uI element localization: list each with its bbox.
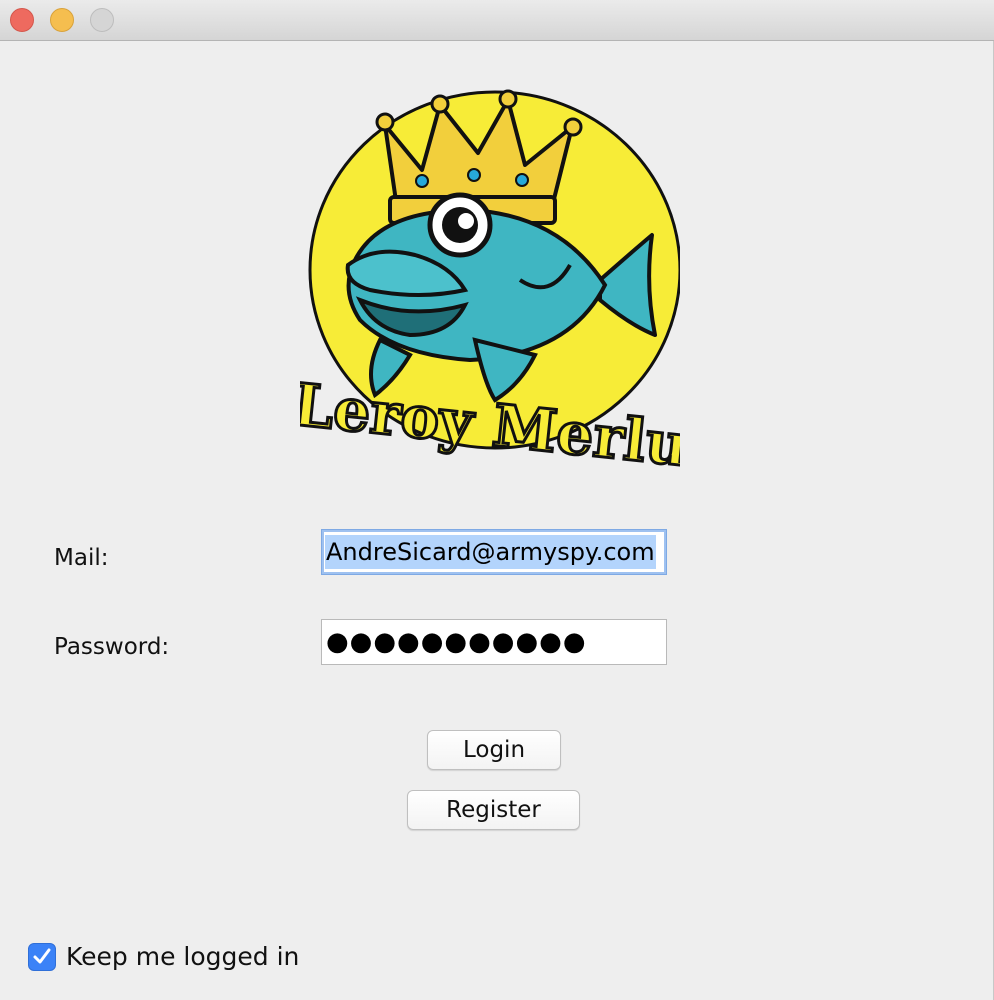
- register-button[interactable]: Register: [407, 790, 580, 830]
- mail-field[interactable]: AndreSicard@armyspy.com: [321, 529, 667, 575]
- title-bar: [0, 0, 994, 41]
- keep-logged-in-checkbox[interactable]: [28, 943, 56, 971]
- mail-value: AndreSicard@armyspy.com: [325, 535, 656, 569]
- leroy-merlu-logo: Leroy Merlu: [300, 85, 680, 480]
- password-field[interactable]: ●●●●●●●●●●●: [321, 619, 667, 665]
- minimize-window-button[interactable]: [50, 8, 74, 32]
- login-button[interactable]: Login: [427, 730, 561, 770]
- checkmark-icon: [33, 948, 51, 964]
- mail-label: Mail:: [54, 545, 109, 571]
- close-window-button[interactable]: [10, 8, 34, 32]
- zoom-window-button[interactable]: [90, 8, 114, 32]
- keep-logged-in-label: Keep me logged in: [66, 942, 300, 971]
- password-label: Password:: [54, 634, 170, 660]
- login-window: Leroy Merlu Mail: AndreSicard@armyspy.co…: [0, 0, 994, 1000]
- password-value: ●●●●●●●●●●●: [326, 627, 587, 657]
